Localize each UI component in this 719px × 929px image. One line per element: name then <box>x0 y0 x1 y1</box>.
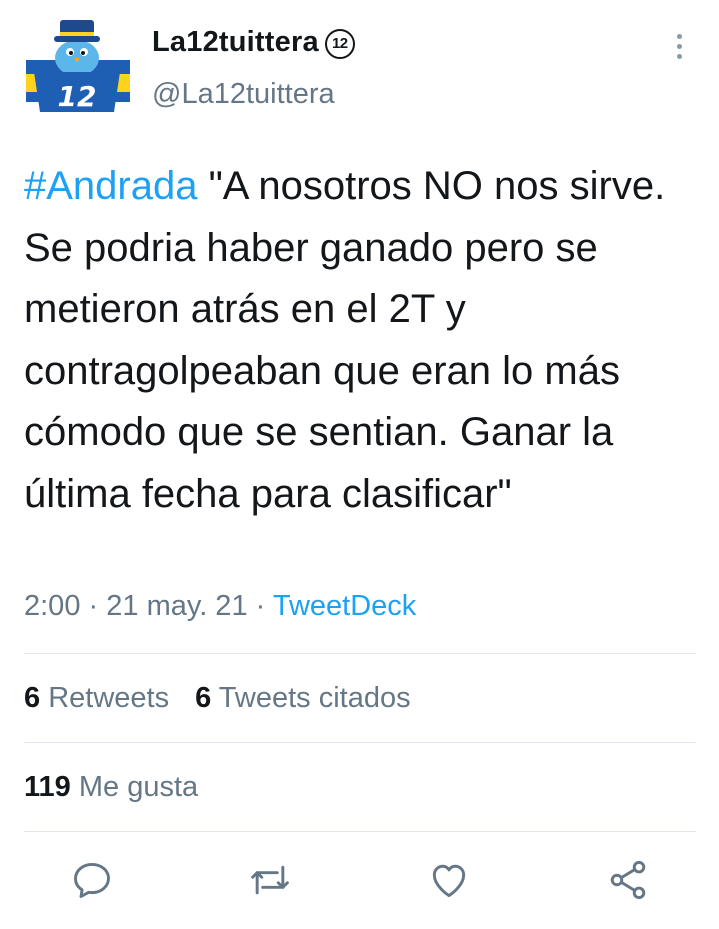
divider <box>24 831 696 832</box>
likes-count: 119 <box>24 771 71 803</box>
tweet-time: 2:00 <box>24 590 81 622</box>
tweet-text: #Andrada "A nosotros NO nos sirve. Se po… <box>24 156 704 525</box>
reply-button[interactable] <box>70 858 114 902</box>
author-handle[interactable]: @La12tuittera <box>152 78 335 111</box>
likes-stats-row: 119 Me gusta <box>24 771 198 804</box>
retweet-icon <box>251 865 289 895</box>
share-button[interactable] <box>606 858 650 902</box>
quotes-count: 6 <box>195 682 212 714</box>
tweet-detail: 12 La12tuittera 12 @La12tuittera #Andrada… <box>0 0 719 929</box>
avatar[interactable]: 12 <box>22 16 132 120</box>
more-options-icon[interactable] <box>664 30 694 64</box>
circled-number-badge-icon: 12 <box>324 29 355 59</box>
retweet-button[interactable] <box>248 858 292 902</box>
tweet-body: "A nosotros NO nos sirve. Se podria habe… <box>24 164 666 516</box>
likes-label: Me gusta <box>78 771 199 803</box>
meta-separator: · <box>88 590 99 622</box>
retweets-label: Retweets <box>48 682 170 714</box>
divider <box>24 742 696 743</box>
hashtag-link[interactable]: #Andrada <box>24 164 197 208</box>
author-display-name[interactable]: La12tuittera 12 <box>152 26 355 59</box>
retweets-count: 6 <box>24 682 41 714</box>
meta-separator: · <box>255 590 266 622</box>
engagement-stats-row: 6 Retweets 6 Tweets citados <box>24 682 411 715</box>
quotes-label: Tweets citados <box>218 682 411 714</box>
tweet-meta: 2:00 · 21 may. 21 · TweetDeck <box>24 590 416 623</box>
quotes-stat[interactable]: 6 Tweets citados <box>195 682 411 714</box>
svg-text:12: 12 <box>58 80 97 113</box>
like-button[interactable] <box>427 858 471 902</box>
avatar-logo-icon: 12 <box>26 20 130 113</box>
likes-stat[interactable]: 119 Me gusta <box>24 771 198 803</box>
retweets-stat[interactable]: 6 Retweets <box>24 682 169 714</box>
tweet-date: 21 may. 21 <box>106 590 248 622</box>
reply-icon <box>74 862 110 898</box>
share-icon <box>610 860 646 900</box>
tweet-source-link[interactable]: TweetDeck <box>273 590 416 622</box>
like-icon <box>432 864 466 898</box>
divider <box>24 653 696 654</box>
display-name-text: La12tuittera <box>152 26 319 58</box>
